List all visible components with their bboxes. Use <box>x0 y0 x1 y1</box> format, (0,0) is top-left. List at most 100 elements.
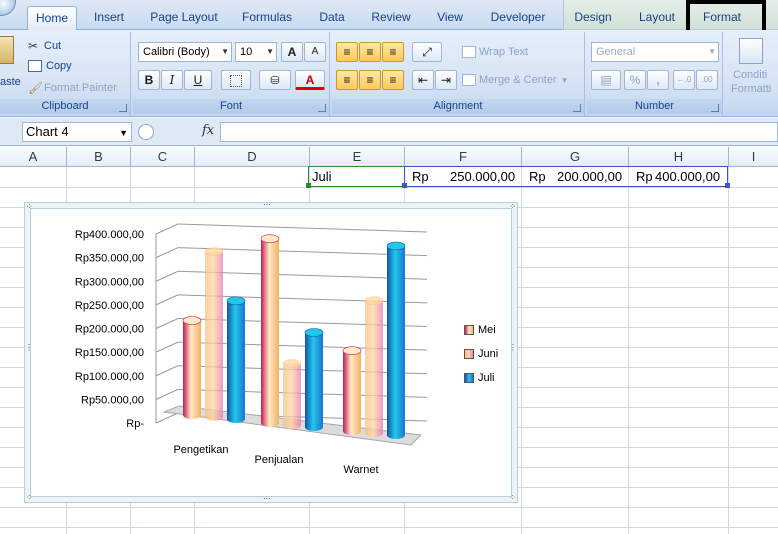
formula-bar-controls: fx <box>136 122 220 142</box>
align-top-button[interactable]: ≡ <box>336 42 358 62</box>
y-tick-label: Rp400.000,00 <box>75 229 144 241</box>
range-handle[interactable] <box>725 183 730 188</box>
borders-button[interactable] <box>221 70 251 90</box>
fill-color-button[interactable]: ⛁ <box>259 70 291 90</box>
range-handle[interactable] <box>306 183 311 188</box>
column-header-i[interactable]: I <box>729 147 778 167</box>
font-color-button[interactable]: A <box>295 70 325 90</box>
gridline <box>728 167 729 534</box>
alignment-dialog-launcher[interactable] <box>573 104 581 112</box>
grow-font-button[interactable]: A <box>281 42 303 62</box>
chart-bar-base <box>305 423 323 431</box>
copy-button[interactable]: Copy <box>28 56 72 76</box>
gridline <box>155 294 179 306</box>
legend-item-mei[interactable]: Mei <box>464 323 509 337</box>
decrease-decimal-button[interactable]: .00 <box>696 70 718 90</box>
tab-data[interactable]: Data <box>307 6 357 30</box>
wrap-text-button[interactable]: Wrap Text <box>462 42 528 62</box>
name-box[interactable]: Chart 4 ▼ <box>22 122 132 142</box>
column-header-a[interactable]: A <box>0 147 67 167</box>
tab-insert[interactable]: Insert <box>82 6 136 30</box>
increase-indent-button[interactable]: ⇥ <box>435 70 457 90</box>
column-header-h[interactable]: H <box>629 147 729 167</box>
chart-bar <box>343 350 361 431</box>
y-tick-label: Rp250.000,00 <box>75 300 144 312</box>
accounting-format-button[interactable]: ▤ <box>591 70 621 90</box>
chart-object[interactable]: ⋯ ⋯ ⋮ ⋮ ⁘ ⁘ ⁘ ⁘ Rp- Rp50.000,00 Rp100.000,… <box>24 201 518 503</box>
legend-item-juni[interactable]: Juni <box>464 347 509 361</box>
format-painter-button[interactable]: 🖌Format Painter <box>28 78 117 98</box>
align-left-icon: ≡ <box>343 73 351 87</box>
tab-developer[interactable]: Developer <box>480 6 556 30</box>
y-tick-label: Rp50.000,00 <box>81 394 144 406</box>
merge-center-button[interactable]: Merge & Center ▼ <box>462 70 569 90</box>
column-header-g[interactable]: G <box>522 147 629 167</box>
underline-button[interactable]: U <box>184 70 212 90</box>
bold-button[interactable]: B <box>138 70 160 90</box>
chart-bar-top <box>204 247 224 256</box>
copy-icon <box>28 60 42 73</box>
y-tick-label: Rp150.000,00 <box>75 347 144 359</box>
orientation-button[interactable]: ⤢ <box>412 42 442 62</box>
align-left-button[interactable]: ≡ <box>336 70 358 90</box>
formula-bar-handle[interactable] <box>138 124 154 140</box>
chart-bar-top <box>304 328 324 337</box>
cut-label: Cut <box>44 40 62 52</box>
align-center-button[interactable]: ≡ <box>359 70 381 90</box>
x-category-label: Penjualan <box>255 454 304 466</box>
gridline <box>155 388 179 400</box>
ribbon-tab-strip: Home Insert Page Layout Formulas Data Re… <box>0 0 778 34</box>
tab-home[interactable]: Home <box>27 6 77 30</box>
comma-style-button[interactable]: , <box>647 70 669 90</box>
font-family-select[interactable]: Calibri (Body) ▼ <box>138 42 232 62</box>
range-handle[interactable] <box>402 183 407 188</box>
tab-review[interactable]: Review <box>362 6 420 30</box>
clipboard-dialog-launcher[interactable] <box>119 104 127 112</box>
font-size-select[interactable]: 10 ▼ <box>235 42 277 62</box>
column-header-c[interactable]: C <box>131 147 195 167</box>
shrink-font-button[interactable]: A <box>304 42 326 62</box>
legend-item-juli[interactable]: Juli <box>464 371 509 385</box>
percent-style-button[interactable]: % <box>624 70 646 90</box>
font-color-icon: A <box>305 73 315 87</box>
tab-design[interactable]: Design <box>566 6 620 30</box>
chart-bar-base <box>261 419 279 427</box>
decrease-indent-button[interactable]: ⇤ <box>412 70 434 90</box>
column-header-f[interactable]: F <box>405 147 522 167</box>
align-middle-button[interactable]: ≡ <box>359 42 381 62</box>
font-size-value: 10 <box>240 46 253 58</box>
font-dialog-launcher[interactable] <box>318 104 326 112</box>
formula-input[interactable] <box>220 122 778 142</box>
y-tick-label: Rp350.000,00 <box>75 253 144 265</box>
chevron-down-icon: ▼ <box>708 47 716 56</box>
number-format-select[interactable]: General ▼ <box>591 42 719 62</box>
clipboard-group: aste ✂ Cut Copy 🖌Format Painter Clipboard <box>0 32 131 116</box>
tab-formulas[interactable]: Formulas <box>232 6 302 30</box>
align-right-button[interactable]: ≡ <box>382 70 404 90</box>
column-header-d[interactable]: D <box>195 147 310 167</box>
italic-button[interactable]: I <box>161 70 183 90</box>
context-separator <box>563 0 564 30</box>
number-dialog-launcher[interactable] <box>711 104 719 112</box>
office-button[interactable] <box>0 0 16 16</box>
wrap-text-icon <box>462 46 476 59</box>
cut-button[interactable]: ✂ Cut <box>28 36 61 56</box>
align-right-icon: ≡ <box>389 73 397 87</box>
chart-bar-top <box>182 316 202 325</box>
increase-decimal-button[interactable]: ←.0 <box>673 70 695 90</box>
tab-view[interactable]: View <box>425 6 475 30</box>
text-orientation-icon: ⤢ <box>422 45 432 59</box>
insert-function-button[interactable]: fx <box>202 123 214 138</box>
paste-button[interactable] <box>0 34 22 72</box>
column-header-b[interactable]: B <box>67 147 131 167</box>
chart-area[interactable]: Rp- Rp50.000,00 Rp100.000,00 Rp150.000,00 Rp… <box>30 208 512 497</box>
align-bottom-button[interactable]: ≡ <box>382 42 404 62</box>
paste-label[interactable]: aste <box>0 72 21 92</box>
tab-layout[interactable]: Layout <box>630 6 684 30</box>
chart-bar <box>183 320 201 415</box>
alignment-group: ≡ ≡ ≡ ⤢ ≡ ≡ ≡ ⇤ ⇥ Wrap Text Merge & Cent… <box>332 32 585 116</box>
chevron-down-icon: ▼ <box>221 47 229 56</box>
conditional-formatting-button[interactable]: Conditi <box>733 68 767 82</box>
tab-page-layout[interactable]: Page Layout <box>141 6 227 30</box>
column-header-e[interactable]: E <box>310 147 405 167</box>
